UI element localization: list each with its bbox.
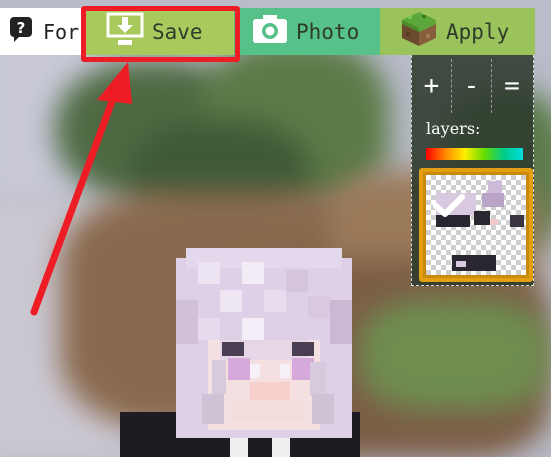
annotation-arrow [30, 62, 132, 316]
